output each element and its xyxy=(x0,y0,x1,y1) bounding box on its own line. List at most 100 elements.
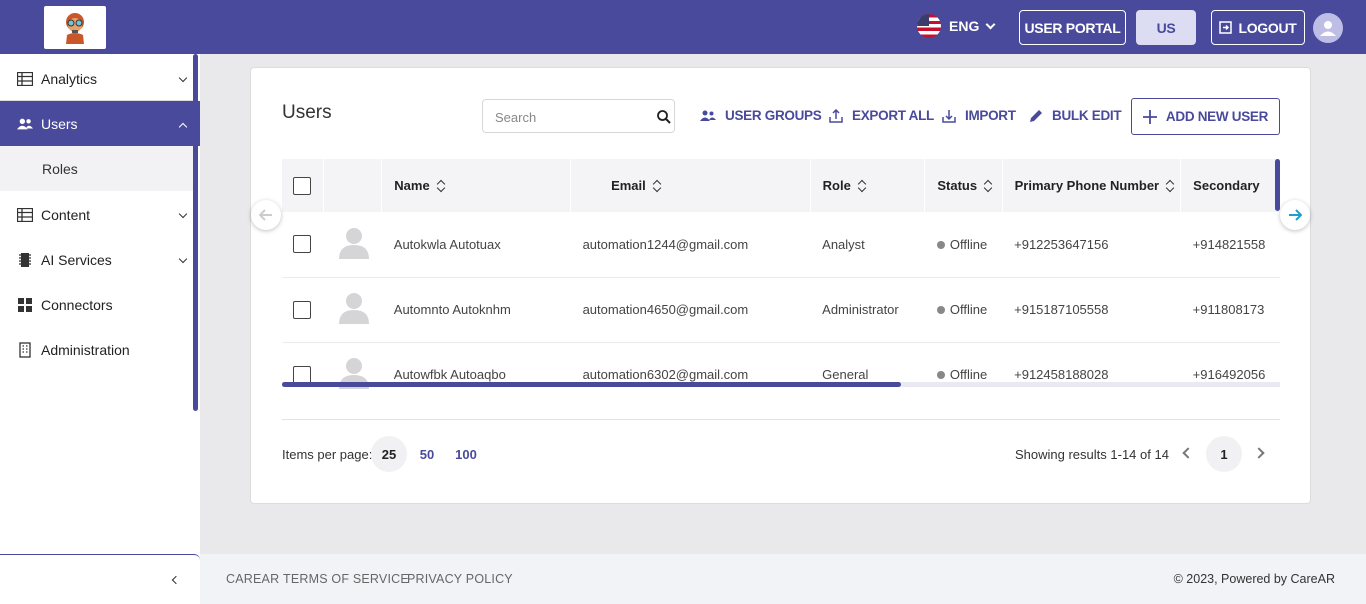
building-icon xyxy=(17,342,33,358)
user-groups-button[interactable]: USER GROUPS xyxy=(700,108,822,123)
status-dot xyxy=(936,306,945,314)
logout-icon xyxy=(1219,21,1233,34)
column-header-primary-phone[interactable]: Primary Phone Number xyxy=(1002,159,1182,212)
sort-icon xyxy=(857,179,867,193)
sidebar-item-label: Content xyxy=(41,206,91,223)
page-scroll-track xyxy=(1357,54,1366,554)
cell-status: Offline xyxy=(924,277,1003,343)
region-label: US xyxy=(1156,19,1176,36)
items-per-page-label: Items per page: xyxy=(282,447,373,462)
column-header-secondary[interactable]: Secondary xyxy=(1180,159,1280,212)
export-icon xyxy=(829,108,843,123)
sidebar-item-ai-services[interactable]: AI Services xyxy=(0,237,193,282)
cell-role: Analyst xyxy=(810,212,925,278)
app-logo[interactable] xyxy=(44,6,106,49)
table-row[interactable]: Autokwla Autotuax automation1244@gmail.c… xyxy=(282,212,1280,278)
sidebar-item-roles[interactable]: Roles xyxy=(0,146,193,191)
current-page-button[interactable]: 1 xyxy=(1206,436,1242,472)
status-dot xyxy=(936,371,945,379)
table-row[interactable]: Automnto Autoknhm automation4650@gmail.c… xyxy=(282,277,1280,343)
chevron-down-icon xyxy=(178,209,188,219)
horizontal-scrollbar-thumb[interactable] xyxy=(282,382,901,387)
add-new-user-button[interactable]: ADD NEW USER xyxy=(1131,98,1280,135)
import-button[interactable]: IMPORT xyxy=(942,108,1016,123)
sidebar: Analytics Users Roles Content AI Service… xyxy=(0,54,200,604)
row-checkbox[interactable] xyxy=(293,365,311,384)
bulk-edit-button[interactable]: BULK EDIT xyxy=(1029,108,1122,123)
arrow-right-icon xyxy=(1289,209,1302,221)
cell-name: Autokwla Autotuax xyxy=(381,212,571,278)
search-box xyxy=(482,99,675,133)
vertical-scrollbar-thumb[interactable] xyxy=(1275,159,1280,211)
sidebar-item-content[interactable]: Content xyxy=(0,192,193,237)
copyright-text: © 2023, Powered by CareAR xyxy=(1173,572,1335,586)
sort-icon xyxy=(652,179,662,193)
column-header-name[interactable]: Name xyxy=(381,159,572,212)
sidebar-item-administration[interactable]: Administration xyxy=(0,327,193,372)
user-avatar[interactable] xyxy=(1313,13,1343,43)
cell-email: automation1244@gmail.com xyxy=(570,212,811,278)
row-checkbox[interactable] xyxy=(293,235,311,254)
pencil-icon xyxy=(1030,109,1042,122)
sidebar-item-analytics[interactable]: Analytics xyxy=(0,56,193,101)
scroll-left-button[interactable] xyxy=(251,200,281,230)
user-groups-label: USER GROUPS xyxy=(725,108,822,123)
export-all-label: EXPORT ALL xyxy=(852,108,935,123)
select-all-checkbox[interactable] xyxy=(293,176,311,195)
column-header-status[interactable]: Status xyxy=(924,159,1003,212)
footer-link-privacy[interactable]: PRIVACY POLICY xyxy=(407,572,513,586)
collapse-sidebar-icon[interactable] xyxy=(171,575,181,585)
cell-primary-phone: +915187105558 xyxy=(1002,277,1181,343)
cell-name: Automnto Autoknhm xyxy=(381,277,571,343)
page-size-option-100[interactable]: 100 xyxy=(448,436,484,472)
sidebar-item-label: AI Services xyxy=(41,251,112,268)
logout-button[interactable]: LOGOUT xyxy=(1211,10,1305,45)
add-new-user-label: ADD NEW USER xyxy=(1165,109,1269,124)
cell-secondary-phone: +911808173 xyxy=(1180,277,1280,343)
chevron-down-icon xyxy=(985,19,996,29)
scroll-right-button[interactable] xyxy=(1280,200,1310,230)
export-all-button[interactable]: EXPORT ALL xyxy=(829,108,934,123)
sidebar-item-label: Users xyxy=(41,115,78,132)
footer: CAREAR TERMS OF SERVICE PRIVACY POLICY ©… xyxy=(200,554,1366,604)
search-icon[interactable] xyxy=(657,110,671,124)
page-size-option-25[interactable]: 25 xyxy=(371,436,407,472)
next-page-icon[interactable] xyxy=(1253,447,1265,459)
user-groups-icon xyxy=(700,110,716,121)
page-size-option-50[interactable]: 50 xyxy=(409,436,445,472)
search-input[interactable] xyxy=(495,108,655,126)
users-icon xyxy=(17,116,33,132)
users-card: Users USER GROUPS EXPORT ALL IMPORT BULK… xyxy=(250,67,1311,504)
import-label: IMPORT xyxy=(965,108,1016,123)
arrow-left-icon xyxy=(259,209,272,221)
column-header-email[interactable]: Email xyxy=(570,159,811,212)
sidebar-item-connectors[interactable]: Connectors xyxy=(0,282,193,327)
footer-link-carear[interactable]: CAREAR xyxy=(226,572,279,586)
grid-icon xyxy=(17,297,33,313)
sidebar-scrollbar[interactable] xyxy=(193,54,198,411)
cell-role: Administrator xyxy=(810,277,925,343)
column-header-role[interactable]: Role xyxy=(810,159,926,212)
footer-link-terms[interactable]: TERMS OF SERVICE xyxy=(283,572,409,586)
user-portal-label: USER PORTAL xyxy=(1024,19,1121,36)
user-avatar-icon xyxy=(338,293,369,324)
mascot-logo-icon xyxy=(66,12,84,44)
language-selector[interactable]: ENG xyxy=(917,14,996,38)
status-dot xyxy=(936,240,945,249)
sidebar-item-users[interactable]: Users xyxy=(0,101,200,146)
sort-icon xyxy=(983,179,993,193)
region-button[interactable]: US xyxy=(1136,10,1196,45)
user-portal-button[interactable]: USER PORTAL xyxy=(1019,10,1126,45)
users-table: Name Email Role Status Primary Phone Num… xyxy=(282,159,1280,389)
divider xyxy=(282,419,1280,420)
row-checkbox[interactable] xyxy=(293,300,311,319)
table-icon xyxy=(17,71,33,87)
table-header-row: Name Email Role Status Primary Phone Num… xyxy=(282,159,1280,212)
bulk-edit-label: BULK EDIT xyxy=(1052,108,1122,123)
sidebar-item-label: Analytics xyxy=(41,70,98,87)
sidebar-item-label: Connectors xyxy=(41,296,113,313)
prev-page-icon[interactable] xyxy=(1182,447,1194,459)
plus-icon xyxy=(1142,109,1157,124)
sort-icon xyxy=(436,179,446,193)
page-title: Users xyxy=(282,102,332,123)
